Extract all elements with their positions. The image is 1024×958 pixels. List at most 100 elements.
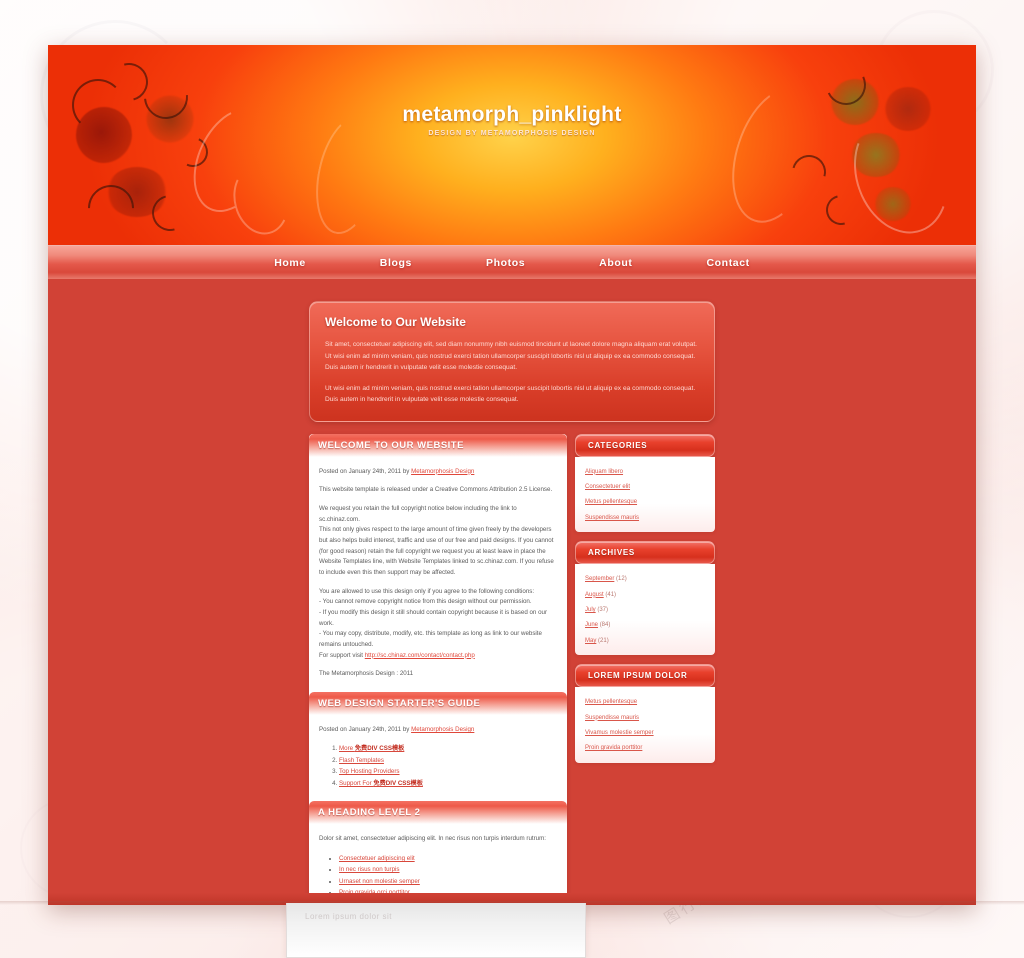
lorem-link-1[interactable]: Metus pellentesque (585, 699, 637, 705)
categories-list: Aliquam libero Consectetuer elit Metus p… (585, 468, 705, 523)
starter-link-3-text: Top Hosting Providers (339, 768, 400, 776)
widget-lorem-title: LOREM IPSUM DOLOR (588, 671, 688, 681)
list-item[interactable]: May (21) (585, 637, 705, 645)
list-item[interactable]: August (41) (585, 591, 705, 599)
archive-link-2[interactable]: August (585, 592, 604, 598)
lorem-link-3[interactable]: Vivamus molestie semper (585, 730, 654, 736)
list-item[interactable]: Flash Templates (339, 755, 557, 766)
starter-link-4[interactable]: Support For 免费DIV CSS模板 (339, 780, 423, 787)
list-item[interactable]: Aliquam libero (585, 468, 705, 476)
nav-item-blogs[interactable]: Blogs (343, 246, 449, 280)
post1-condition-1: - You cannot remove copyright notice fro… (319, 598, 532, 606)
list-item[interactable]: Consectetuer elit (585, 483, 705, 491)
starter-link-1-text: More (339, 745, 355, 753)
post1-signature: The Metamorphosis Design : 2011 (319, 670, 414, 678)
archive-link-5[interactable]: May (585, 638, 596, 644)
post2-meta-prefix: Posted on January 24th, 2011 by (319, 725, 412, 733)
main-navigation[interactable]: Home Blogs Photos About Contact (48, 245, 976, 279)
post1-paragraph-3: This not only gives respect to the large… (319, 526, 554, 576)
starter-link-4-cn: 免费DIV CSS模板 (373, 779, 423, 787)
archive-count-2: (41) (605, 591, 617, 598)
post1-paragraph-2: We request you retain the full copyright… (319, 504, 517, 523)
lorem-link-2[interactable]: Suspendisse mauris (585, 715, 639, 721)
list-item[interactable]: Metus pellentesque (585, 698, 705, 706)
website-page: metamorph_pinklight DESIGN BY METAMORPHO… (48, 45, 976, 905)
lower-panel-text: Lorem ipsum dolor sit (305, 912, 392, 921)
post1-condition-2: - If you modify this design it still sho… (319, 608, 548, 627)
post1-support-line: For support visit http://sc.chinaz.com/c… (319, 651, 557, 662)
starter-link-4-text: Support For (339, 779, 374, 787)
archives-list: September (12) August (41) July (37) Jun… (585, 575, 705, 645)
post-header-starter-guide: WEB DESIGN STARTER'S GUIDE (309, 691, 567, 715)
post1-author-link[interactable]: Metamorphosis Design (411, 468, 474, 475)
post2-heading: WEB DESIGN STARTER'S GUIDE (318, 697, 481, 709)
list-item[interactable]: September (12) (585, 575, 705, 583)
post2-link-list: More 免费DIV CSS模板 Flash Templates Top Hos… (319, 743, 557, 789)
lower-detached-panel: Lorem ipsum dolor sit (286, 903, 586, 958)
starter-link-2[interactable]: Flash Templates (339, 757, 384, 764)
post1-meta: Posted on January 24th, 2011 by Metamorp… (319, 467, 557, 478)
starter-link-1-cn: 免费DIV CSS模板 (354, 745, 405, 753)
post1-support-prefix: For support visit (319, 651, 365, 659)
lorem-link-4[interactable]: Proin gravida porttitor (585, 745, 642, 751)
bullet-link-3[interactable]: Urnaset non molestie semper (339, 878, 420, 885)
widget-lorem-header: LOREM IPSUM DOLOR (575, 664, 715, 688)
list-item[interactable]: Top Hosting Providers (339, 766, 557, 777)
bullet-link-2[interactable]: In nec risus non turpis (339, 866, 400, 873)
widget-lorem-body: Metus pellentesque Suspendisse mauris Vi… (575, 687, 715, 763)
list-item[interactable]: Proin gravida porttitor (585, 744, 705, 752)
category-link-1[interactable]: Aliquam libero (585, 469, 623, 475)
archive-link-1[interactable]: September (585, 576, 614, 582)
archive-count-1: (12) (616, 576, 627, 583)
header-banner: metamorph_pinklight DESIGN BY METAMORPHO… (48, 45, 976, 245)
welcome-panel: Welcome to Our Website Sit amet, consect… (309, 301, 715, 422)
widget-categories-header: CATEGORIES (575, 433, 715, 457)
archive-count-5: (21) (598, 637, 609, 644)
site-tagline: DESIGN BY METAMORPHOSIS DESIGN (428, 130, 596, 137)
sidebar: CATEGORIES Aliquam libero Consectetuer e… (575, 433, 715, 772)
post1-support-link[interactable]: http://sc.chinaz.com/contact/contact.php (365, 652, 475, 659)
welcome-paragraph-1: Sit amet, consectetuer adipiscing elit, … (325, 341, 698, 372)
list-item[interactable]: Suspendisse mauris (585, 714, 705, 722)
category-link-2[interactable]: Consectetuer elit (585, 484, 630, 490)
list-item[interactable]: Vivamus molestie semper (585, 729, 705, 737)
nav-item-photos[interactable]: Photos (449, 246, 562, 280)
post1-body: Posted on January 24th, 2011 by Metamorp… (309, 457, 567, 692)
site-identity: metamorph_pinklight DESIGN BY METAMORPHO… (48, 103, 976, 137)
content-columns: WELCOME TO OUR WEBSITE Posted on January… (309, 433, 715, 905)
list-item[interactable]: Support For 免费DIV CSS模板 (339, 778, 557, 789)
list-item[interactable]: July (37) (585, 606, 705, 614)
bullet-link-1[interactable]: Consectetuer adipiscing elit (339, 855, 415, 862)
list-item[interactable]: Consectetuer adipiscing elit (339, 853, 557, 864)
widget-archives: ARCHIVES September (12) August (41) July… (575, 541, 715, 656)
category-link-3[interactable]: Metus pellentesque (585, 499, 637, 505)
post1-heading: WELCOME TO OUR WEBSITE (318, 439, 464, 451)
widget-archives-body: September (12) August (41) July (37) Jun… (575, 564, 715, 656)
post1-condition-3: - You may copy, distribute, modify, etc.… (319, 630, 542, 648)
post2-author-link[interactable]: Metamorphosis Design (411, 726, 474, 733)
widget-lorem-ipsum-dolor: LOREM IPSUM DOLOR Metus pellentesque Sus… (575, 664, 715, 763)
category-link-4[interactable]: Suspendisse mauris (585, 515, 639, 521)
list-item[interactable]: Urnaset non molestie semper (339, 876, 557, 887)
welcome-paragraph-2: Ut wisi enim ad minim veniam, quis nostr… (325, 384, 696, 404)
starter-link-1[interactable]: More 免费DIV CSS模板 (339, 745, 404, 752)
welcome-heading: Welcome to Our Website (325, 315, 466, 329)
list-item[interactable]: In nec risus non turpis (339, 864, 557, 875)
list-item[interactable]: Metus pellentesque (585, 498, 705, 506)
post2-body: Posted on January 24th, 2011 by Metamorp… (309, 715, 567, 802)
nav-item-home[interactable]: Home (237, 246, 343, 280)
archive-link-3[interactable]: July (585, 607, 596, 613)
lorem-list: Metus pellentesque Suspendisse mauris Vi… (585, 698, 705, 753)
widget-categories-body: Aliquam libero Consectetuer elit Metus p… (575, 456, 715, 533)
list-item[interactable]: June (84) (585, 621, 705, 629)
post3-intro: Dolor sit amet, consectetuer adipiscing … (319, 835, 546, 843)
widget-archives-title: ARCHIVES (588, 548, 635, 558)
archive-link-4[interactable]: June (585, 622, 598, 628)
header-swirl-right-3 (820, 189, 862, 231)
list-item[interactable]: More 免费DIV CSS模板 (339, 743, 557, 754)
widget-categories: CATEGORIES Aliquam libero Consectetuer e… (575, 433, 715, 533)
nav-item-about[interactable]: About (562, 246, 669, 280)
list-item[interactable]: Suspendisse mauris (585, 514, 705, 522)
starter-link-3[interactable]: Top Hosting Providers (339, 768, 400, 775)
nav-item-contact[interactable]: Contact (669, 246, 786, 280)
